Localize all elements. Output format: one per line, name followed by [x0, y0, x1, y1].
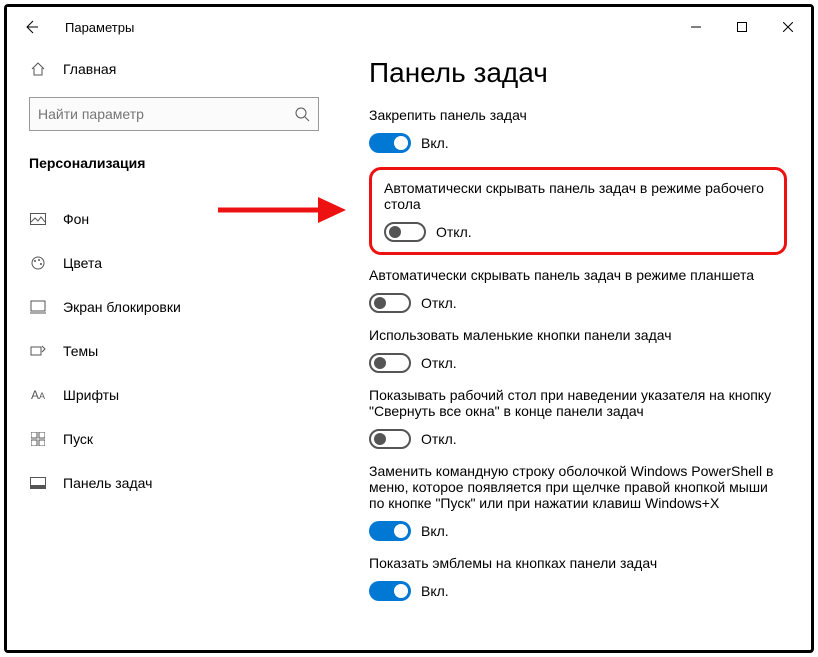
search-field[interactable]	[38, 106, 294, 122]
setting-autohide-desktop: Автоматически скрывать панель задач в ре…	[384, 180, 772, 242]
maximize-button[interactable]	[719, 11, 765, 43]
sidebar: Главная Персонализация Фон Цвета Экран б…	[7, 47, 341, 650]
sidebar-item-start[interactable]: Пуск	[29, 417, 319, 461]
search-input[interactable]	[29, 97, 319, 131]
toggle-state: Откл.	[421, 431, 457, 447]
back-button[interactable]	[11, 7, 51, 47]
lockscreen-icon	[29, 298, 47, 316]
window-frame: Параметры Главная	[4, 4, 814, 653]
sidebar-item-label: Панель задач	[63, 475, 152, 491]
toggle-state: Вкл.	[421, 523, 449, 539]
search-icon	[294, 106, 310, 122]
toggle-small-buttons[interactable]	[369, 353, 411, 373]
sidebar-item-label: Шрифты	[63, 387, 119, 403]
setting-small-buttons: Использовать маленькие кнопки панели зад…	[369, 327, 787, 373]
sidebar-item-label: Экран блокировки	[63, 299, 181, 315]
picture-icon	[29, 210, 47, 228]
themes-icon	[29, 342, 47, 360]
window-title: Параметры	[65, 20, 134, 35]
setting-label: Автоматически скрывать панель задач в ре…	[384, 180, 772, 212]
setting-label: Показывать рабочий стол при наведении ук…	[369, 387, 787, 419]
fonts-icon: AA	[29, 386, 47, 404]
toggle-peek-desktop[interactable]	[369, 429, 411, 449]
setting-badges: Показать эмблемы на кнопках панели задач…	[369, 555, 787, 601]
sidebar-item-taskbar[interactable]: Панель задач	[29, 461, 319, 505]
sidebar-item-label: Цвета	[63, 255, 102, 271]
toggle-state: Вкл.	[421, 583, 449, 599]
setting-label: Автоматически скрывать панель задач в ре…	[369, 267, 787, 283]
toggle-badges[interactable]	[369, 581, 411, 601]
sidebar-item-colors[interactable]: Цвета	[29, 241, 319, 285]
setting-label: Заменить командную строку оболочкой Wind…	[369, 463, 787, 511]
titlebar: Параметры	[7, 7, 811, 47]
sidebar-item-background[interactable]: Фон	[29, 197, 319, 241]
sidebar-item-fonts[interactable]: AA Шрифты	[29, 373, 319, 417]
sidebar-item-label: Темы	[63, 343, 98, 359]
close-button[interactable]	[765, 11, 811, 43]
toggle-autohide-desktop[interactable]	[384, 222, 426, 242]
palette-icon	[29, 254, 47, 272]
setting-label: Закрепить панель задач	[369, 107, 787, 123]
toggle-lock-taskbar[interactable]	[369, 133, 411, 153]
start-icon	[29, 430, 47, 448]
toggle-state: Откл.	[421, 295, 457, 311]
toggle-powershell[interactable]	[369, 521, 411, 541]
minimize-button[interactable]	[673, 11, 719, 43]
highlight-box: Автоматически скрывать панель задач в ре…	[369, 167, 787, 255]
sidebar-item-themes[interactable]: Темы	[29, 329, 319, 373]
main-panel: Панель задач Закрепить панель задач Вкл.…	[341, 47, 811, 650]
setting-autohide-tablet: Автоматически скрывать панель задач в ре…	[369, 267, 787, 313]
sidebar-item-label: Пуск	[63, 431, 93, 447]
setting-label: Использовать маленькие кнопки панели зад…	[369, 327, 787, 343]
sidebar-home[interactable]: Главная	[29, 47, 319, 91]
sidebar-item-label: Фон	[63, 211, 89, 227]
page-heading: Панель задач	[369, 57, 787, 89]
setting-lock-taskbar: Закрепить панель задач Вкл.	[369, 107, 787, 153]
setting-label: Показать эмблемы на кнопках панели задач	[369, 555, 787, 571]
sidebar-section-title: Персонализация	[29, 149, 319, 177]
sidebar-home-label: Главная	[63, 61, 116, 77]
sidebar-item-lockscreen[interactable]: Экран блокировки	[29, 285, 319, 329]
setting-powershell: Заменить командную строку оболочкой Wind…	[369, 463, 787, 541]
home-icon	[29, 60, 47, 78]
toggle-state: Откл.	[436, 224, 472, 240]
toggle-state: Вкл.	[421, 135, 449, 151]
toggle-state: Откл.	[421, 355, 457, 371]
taskbar-icon	[29, 474, 47, 492]
toggle-autohide-tablet[interactable]	[369, 293, 411, 313]
setting-peek-desktop: Показывать рабочий стол при наведении ук…	[369, 387, 787, 449]
